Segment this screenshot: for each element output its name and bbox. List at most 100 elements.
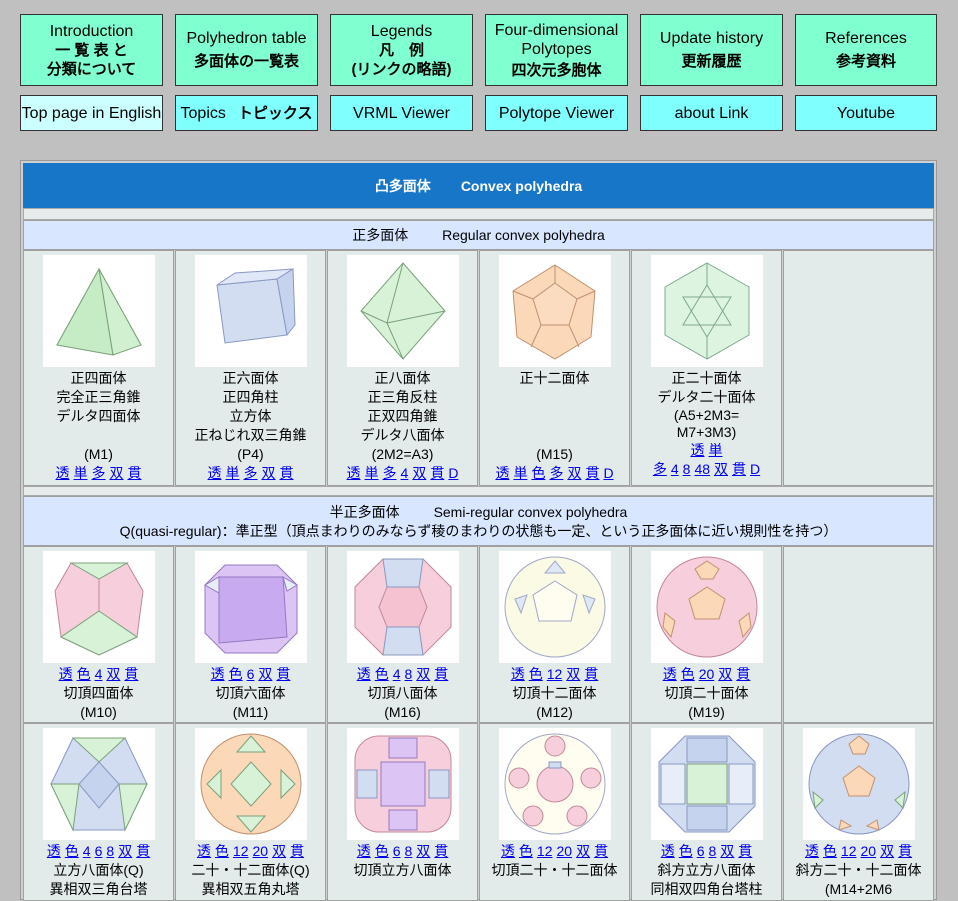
link-transparent[interactable]: 透 [56,465,70,481]
link-6[interactable]: 6 [95,843,103,859]
link-dual[interactable]: 双 [118,843,132,859]
link-transparent[interactable]: 透 [347,465,361,481]
cuboctahedron-image[interactable] [42,728,155,840]
link-single[interactable]: 単 [513,465,527,481]
nav-about-link[interactable]: about Link [640,95,783,131]
link-8[interactable]: 8 [405,666,413,682]
truncated-icosidodecahedron-image[interactable] [498,728,611,840]
link-dual[interactable]: 双 [576,843,590,859]
link-pierce[interactable]: 貫 [124,666,138,682]
link-color[interactable]: 色 [65,843,79,859]
link-color[interactable]: 色 [519,843,533,859]
link-dual[interactable]: 双 [718,666,732,682]
nav-update-history[interactable]: Update history 更新履歴 [640,14,783,86]
link-12[interactable]: 12 [841,843,857,859]
nav-youtube[interactable]: Youtube [795,95,937,131]
link-transparent[interactable]: 透 [495,465,509,481]
link-transparent[interactable]: 透 [661,843,675,859]
nav-top-page-english[interactable]: Top page in English [20,95,163,131]
link-transparent[interactable]: 透 [211,666,225,682]
truncated-octahedron-image[interactable] [346,551,459,663]
link-dual[interactable]: 双 [416,666,430,682]
link-pierce[interactable]: 貫 [736,666,750,682]
link-transparent[interactable]: 透 [511,666,525,682]
link-pierce[interactable]: 貫 [290,843,304,859]
truncated-dodecahedron-image[interactable] [498,551,611,663]
link-dual[interactable]: 双 [110,465,124,481]
link-transparent[interactable]: 透 [663,666,677,682]
truncated-icosahedron-image[interactable] [650,551,763,663]
link-4[interactable]: 4 [95,666,103,682]
link-transparent[interactable]: 透 [357,843,371,859]
link-transparent[interactable]: 透 [208,465,222,481]
link-4[interactable]: 4 [393,666,401,682]
link-dual[interactable]: 双 [880,843,894,859]
link-4[interactable]: 4 [83,843,91,859]
truncated-tetrahedron-image[interactable] [42,551,155,663]
truncated-cube-image[interactable] [194,551,307,663]
link-transparent[interactable]: 透 [59,666,73,682]
link-pierce[interactable]: 貫 [434,843,448,859]
link-multi[interactable]: 多 [549,465,563,481]
link-20[interactable]: 20 [861,843,877,859]
rhombicosidodecahedron-image[interactable] [802,728,915,840]
link-dual[interactable]: 双 [566,666,580,682]
link-4[interactable]: 4 [671,461,679,477]
link-pierce[interactable]: 貫 [898,843,912,859]
link-dual[interactable]: 双 [416,843,430,859]
link-6[interactable]: 6 [697,843,705,859]
link-color[interactable]: 色 [215,843,229,859]
link-transparent[interactable]: 透 [501,843,515,859]
nav-references[interactable]: References 参考資料 [795,14,937,86]
link-12[interactable]: 12 [537,843,553,859]
link-20[interactable]: 20 [253,843,269,859]
link-d[interactable]: D [603,465,613,481]
link-single[interactable]: 単 [709,442,723,458]
link-pierce[interactable]: 貫 [585,465,599,481]
icosahedron-image[interactable] [650,255,763,367]
link-dual[interactable]: 双 [567,465,581,481]
link-dual[interactable]: 双 [412,465,426,481]
link-d[interactable]: D [448,465,458,481]
link-transparent[interactable]: 透 [357,666,371,682]
link-transparent[interactable]: 透 [805,843,819,859]
link-dual[interactable]: 双 [272,843,286,859]
nav-polyhedron-table[interactable]: Polyhedron table 多面体の一覧表 [175,14,318,86]
tetrahedron-image[interactable] [42,255,155,367]
link-8[interactable]: 8 [106,843,114,859]
nav-topics[interactable]: Topics トピックス [175,95,318,131]
link-color[interactable]: 色 [823,843,837,859]
link-dual[interactable]: 双 [258,666,272,682]
octahedron-image[interactable] [346,255,459,367]
link-pierce[interactable]: 貫 [584,666,598,682]
link-multi[interactable]: 多 [244,465,258,481]
truncated-cuboctahedron-image[interactable] [346,728,459,840]
link-pierce[interactable]: 貫 [594,843,608,859]
rhombicuboctahedron-image[interactable] [650,728,763,840]
link-color[interactable]: 色 [229,666,243,682]
link-pierce[interactable]: 貫 [276,666,290,682]
link-pierce[interactable]: 貫 [434,666,448,682]
link-4[interactable]: 4 [401,465,409,481]
link-color[interactable]: 色 [679,843,693,859]
icosidodecahedron-image[interactable] [194,728,307,840]
link-dual[interactable]: 双 [720,843,734,859]
link-pierce[interactable]: 貫 [128,465,142,481]
link-pierce[interactable]: 貫 [136,843,150,859]
link-multi[interactable]: 多 [383,465,397,481]
link-transparent[interactable]: 透 [197,843,211,859]
link-48[interactable]: 48 [694,461,710,477]
link-dual[interactable]: 双 [262,465,276,481]
link-d[interactable]: D [750,461,760,477]
link-12[interactable]: 12 [233,843,249,859]
link-color[interactable]: 色 [681,666,695,682]
nav-vrml-viewer[interactable]: VRML Viewer [330,95,473,131]
link-20[interactable]: 20 [557,843,573,859]
link-transparent[interactable]: 透 [47,843,61,859]
link-color[interactable]: 色 [77,666,91,682]
nav-introduction[interactable]: Introduction 一 覧 表 と 分類について [20,14,163,86]
nav-legends[interactable]: Legends 凡 例 (リンクの略語) [330,14,473,86]
link-pierce[interactable]: 貫 [732,461,746,477]
link-color[interactable]: 色 [375,843,389,859]
link-6[interactable]: 6 [247,666,255,682]
